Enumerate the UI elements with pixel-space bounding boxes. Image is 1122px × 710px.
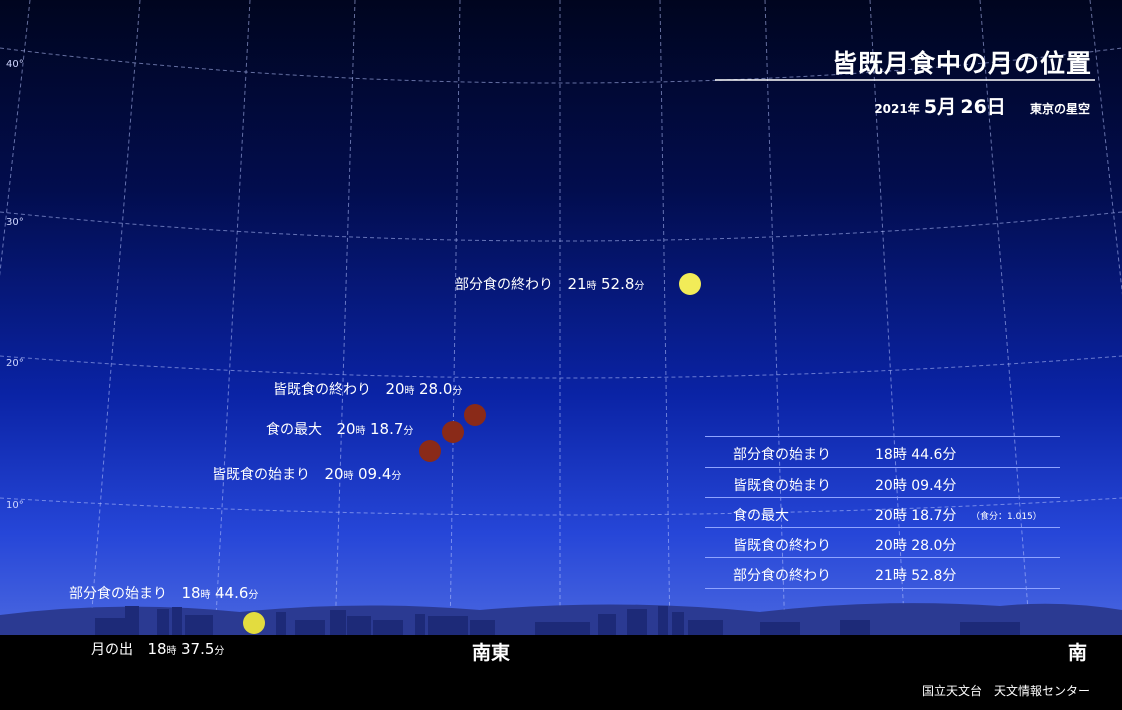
label-hour-unit: 時 bbox=[166, 646, 177, 657]
moon-total-start-icon bbox=[419, 440, 441, 462]
azimuth-line bbox=[0, 0, 31, 277]
label-name: 部分食の始まり bbox=[69, 586, 167, 602]
label-name: 皆既食の始まり bbox=[212, 467, 310, 483]
label-total-start: 皆既食の始まり 20時 09.4分 bbox=[212, 464, 401, 484]
page-title: 皆既月食中の月の位置 bbox=[831, 49, 1092, 78]
label-hour: 20 bbox=[385, 380, 405, 398]
label-minute-unit: 分 bbox=[248, 590, 259, 601]
label-hour: 20 bbox=[336, 420, 356, 438]
label-minute: 52.8 bbox=[601, 275, 635, 293]
table-event-name: 皆既食の終わり bbox=[733, 538, 831, 554]
moon-partial-end-icon bbox=[679, 273, 701, 295]
sky-chart: 40° 30° 20° 10° 皆既月食中の月の位置 2021年 5月 26日 … bbox=[0, 0, 1122, 710]
label-minute-unit: 分 bbox=[452, 386, 463, 397]
label-hour: 21 bbox=[567, 275, 587, 293]
azimuth-line bbox=[89, 0, 141, 636]
label-partial-start: 部分食の始まり 18時 44.6分 bbox=[69, 583, 258, 603]
label-hour-unit: 時 bbox=[343, 471, 354, 482]
table-event-time: 20時 18.7分 bbox=[875, 508, 957, 524]
azimuth-line bbox=[334, 0, 356, 636]
altitude-label-30: 30° bbox=[6, 217, 24, 228]
label-hour-unit: 時 bbox=[586, 281, 597, 292]
table-event-name: 部分食の終わり bbox=[733, 568, 831, 584]
date-line: 2021年 5月 26日 東京の星空 bbox=[874, 92, 1090, 119]
table-event-time: 20時 09.4分 bbox=[875, 478, 957, 494]
label-partial-end: 部分食の終わり 21時 52.8分 bbox=[455, 274, 644, 294]
moon-rise-moon-icon bbox=[243, 612, 265, 634]
azimuth-line bbox=[659, 0, 671, 636]
label-hour: 20 bbox=[324, 465, 344, 483]
label-hour: 18 bbox=[147, 640, 167, 658]
azimuth-line bbox=[1089, 0, 1122, 295]
credit-text: 国立天文台 天文情報センター bbox=[921, 684, 1090, 698]
table-row: 食の最大 20時 18.7分 （食分：1.015） bbox=[705, 497, 1060, 528]
table-row: 皆既食の終わり 20時 28.0分 bbox=[705, 527, 1060, 558]
table-event-name: 食の最大 bbox=[733, 508, 789, 524]
table-row: 部分食の終わり 21時 52.8分 bbox=[705, 557, 1060, 589]
direction-south: 南 bbox=[1068, 642, 1088, 664]
altitude-line-20 bbox=[0, 355, 1122, 379]
label-total-end: 皆既食の終わり 20時 28.0分 bbox=[273, 379, 462, 399]
label-minute: 18.7 bbox=[370, 420, 404, 438]
direction-southeast: 南東 bbox=[472, 642, 511, 664]
label-minute-unit: 分 bbox=[634, 281, 645, 292]
label-minute-unit: 分 bbox=[214, 646, 225, 657]
moon-maximum-icon bbox=[442, 421, 464, 443]
date-month: 5月 bbox=[923, 96, 957, 118]
altitude-label-20: 20° bbox=[6, 358, 24, 369]
moon-total-end-icon bbox=[464, 404, 486, 426]
label-name: 食の最大 bbox=[266, 422, 322, 438]
table-event-name: 部分食の始まり bbox=[733, 447, 831, 463]
label-minute-unit: 分 bbox=[403, 426, 414, 437]
date-year: 2021年 bbox=[874, 102, 920, 116]
altitude-label-10: 10° bbox=[6, 500, 24, 511]
label-maximum: 食の最大 20時 18.7分 bbox=[266, 419, 413, 439]
date-day: 26日 bbox=[960, 96, 1006, 118]
altitude-label-40: 40° bbox=[6, 59, 24, 70]
label-moonrise: 月の出 18時 37.5分 bbox=[91, 639, 224, 659]
table-magnitude-note: （食分：1.015） bbox=[971, 512, 1042, 522]
label-hour-unit: 時 bbox=[355, 426, 366, 437]
table-event-name: 皆既食の始まり bbox=[733, 478, 831, 494]
table-row: 皆既食の始まり 20時 09.4分 bbox=[705, 467, 1060, 498]
label-name: 月の出 bbox=[91, 642, 133, 658]
label-minute: 37.5 bbox=[181, 640, 215, 658]
label-minute: 44.6 bbox=[215, 584, 249, 602]
label-hour-unit: 時 bbox=[200, 590, 211, 601]
label-minute-unit: 分 bbox=[391, 471, 402, 482]
azimuth-line bbox=[214, 0, 251, 636]
label-hour: 18 bbox=[181, 584, 201, 602]
label-minute: 28.0 bbox=[419, 380, 453, 398]
label-hour-unit: 時 bbox=[404, 386, 415, 397]
label-name: 皆既食の終わり bbox=[273, 382, 371, 398]
table-event-time: 21時 52.8分 bbox=[875, 568, 957, 584]
observing-place: 東京の星空 bbox=[1029, 102, 1090, 116]
label-minute: 09.4 bbox=[358, 465, 392, 483]
table-event-time: 20時 28.0分 bbox=[875, 538, 957, 554]
table-row: 部分食の始まり 18時 44.6分 bbox=[705, 436, 1060, 467]
table-event-time: 18時 44.6分 bbox=[875, 447, 957, 463]
altitude-line-30 bbox=[0, 211, 1122, 242]
label-name: 部分食の終わり bbox=[455, 277, 553, 293]
moon-positions bbox=[243, 273, 701, 634]
azimuth-line bbox=[449, 0, 461, 636]
